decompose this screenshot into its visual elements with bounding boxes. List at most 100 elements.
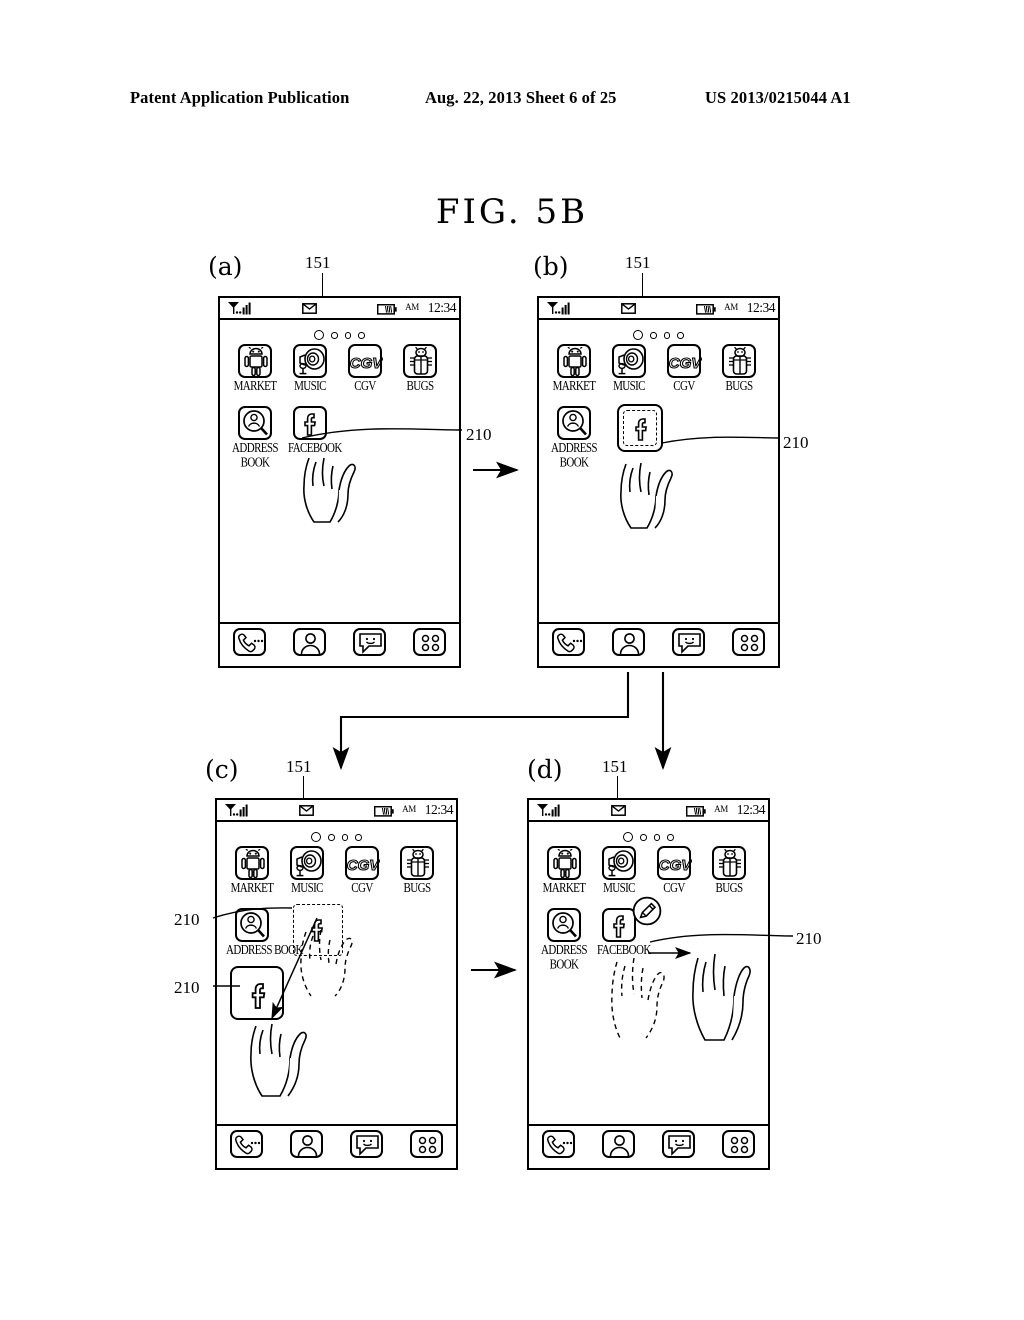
chat-smiley-icon[interactable]	[671, 628, 705, 656]
battery-icon	[686, 806, 706, 817]
page-dot-3[interactable]	[653, 834, 661, 841]
panel-c-page-indicator[interactable]	[217, 828, 456, 843]
panel-b-letter: (b)	[533, 252, 569, 281]
page-dot-1[interactable]	[314, 330, 325, 341]
apps-grid-icon[interactable]	[731, 628, 765, 656]
bug-insect-icon[interactable]	[400, 846, 434, 880]
panel-c-app-music[interactable]: MUSIC	[285, 846, 329, 894]
page-dot-4[interactable]	[355, 834, 362, 841]
panel-d-app-cgv[interactable]: CGV CGV	[652, 846, 696, 894]
page-dot-3[interactable]	[663, 332, 671, 339]
panel-d-app-bugs[interactable]: BUGS	[707, 846, 751, 895]
page-dot-3[interactable]	[344, 332, 352, 339]
person-magnifier-icon[interactable]	[238, 406, 272, 440]
speaker-horn-icon[interactable]	[612, 344, 646, 378]
panel-b-app-addressbook[interactable]: ADDRESS BOOK	[551, 406, 598, 469]
chat-smiley-icon[interactable]	[661, 1130, 695, 1158]
apps-grid-icon[interactable]	[721, 1130, 755, 1158]
speaker-horn-icon[interactable]	[290, 846, 324, 880]
bug-insect-icon[interactable]	[712, 846, 746, 880]
signal-bars-icon	[547, 302, 570, 315]
page-dot-4[interactable]	[667, 834, 674, 841]
person-magnifier-icon[interactable]	[547, 908, 581, 942]
panel-b-app-bugs[interactable]: BUGS	[717, 344, 761, 392]
panel-b-facebook-selection-container[interactable]	[617, 404, 663, 452]
android-robot-icon[interactable]	[557, 344, 591, 378]
speaker-horn-icon[interactable]	[293, 344, 327, 378]
signal-bars-icon	[225, 804, 248, 817]
person-silhouette-icon[interactable]	[602, 1130, 636, 1158]
panel-c-app-bugs[interactable]: BUGS	[395, 846, 439, 894]
person-silhouette-icon[interactable]	[612, 628, 646, 656]
panel-c-app-addressbook[interactable]: ADDRESS BOOK	[226, 908, 303, 956]
panel-b-app-music[interactable]: MUSIC	[607, 344, 651, 392]
page-dot-4[interactable]	[358, 332, 365, 339]
panel-c-app-addressbook-label: ADDRESS BOOK	[226, 942, 303, 957]
panel-d-page-indicator[interactable]	[529, 828, 768, 843]
panel-d-app-bugs-label: BUGS	[715, 880, 744, 895]
speaker-horn-icon[interactable]	[602, 846, 636, 880]
panel-a-page-indicator[interactable]	[220, 326, 459, 341]
panel-c-app-market[interactable]: MARKET	[230, 846, 274, 894]
page-dot-1[interactable]	[633, 330, 644, 341]
panel-a-app-facebook[interactable]: FACEBOOK	[288, 406, 342, 454]
panel-a-app-cgv[interactable]: CGV CGV	[343, 344, 387, 393]
page-dot-1[interactable]	[623, 832, 634, 843]
phone-handset-icon[interactable]	[542, 1130, 576, 1158]
panel-a-app-addressbook[interactable]: ADDRESS BOOK	[232, 406, 279, 469]
cgv-logo-icon[interactable]: CGV	[667, 344, 702, 378]
android-robot-icon[interactable]	[547, 846, 581, 880]
arrow-b-to-c	[332, 672, 630, 771]
page-dot-4[interactable]	[677, 332, 684, 339]
panel-c-leader-151	[303, 776, 304, 798]
panel-d-app-music[interactable]: MUSIC	[597, 846, 641, 894]
panel-b-app-market[interactable]: MARKET	[552, 344, 596, 393]
phone-handset-icon[interactable]	[233, 628, 267, 656]
panel-d-app-addressbook[interactable]: ADDRESS BOOK	[541, 908, 588, 971]
panel-d-dock	[529, 1124, 768, 1168]
facebook-f-icon[interactable]	[293, 406, 327, 440]
panel-c-app-cgv[interactable]: CGV CGV	[340, 846, 384, 894]
panel-a-app-market[interactable]: MARKET	[233, 344, 277, 392]
panel-c-phone: AM 12:34 MARKET MUSIC CGV CGV BUGS ADDRE…	[215, 798, 458, 1170]
page-dot-2[interactable]	[331, 332, 338, 339]
panel-a-app-bugs[interactable]: BUGS	[398, 344, 442, 392]
chat-smiley-icon[interactable]	[352, 628, 386, 656]
svg-text:CGV: CGV	[347, 857, 380, 874]
cgv-logo-icon[interactable]: CGV	[657, 846, 692, 880]
battery-icon	[696, 304, 716, 315]
phone-handset-icon[interactable]	[230, 1130, 264, 1158]
facebook-f-icon[interactable]	[242, 978, 276, 1012]
apps-grid-icon[interactable]	[412, 628, 446, 656]
phone-handset-icon[interactable]	[552, 628, 586, 656]
panel-b-page-indicator[interactable]	[539, 326, 778, 341]
panel-a-app-cgv-label: CGV	[354, 378, 376, 393]
cgv-logo-icon[interactable]: CGV	[345, 846, 380, 880]
person-magnifier-icon[interactable]	[235, 908, 269, 942]
chat-smiley-icon[interactable]	[349, 1130, 383, 1158]
android-robot-icon[interactable]	[235, 846, 269, 880]
panel-b-app-market-label: MARKET	[552, 378, 596, 393]
bug-insect-icon[interactable]	[403, 344, 437, 378]
cgv-logo-icon[interactable]: CGV	[348, 344, 383, 378]
person-silhouette-icon[interactable]	[293, 628, 327, 656]
android-robot-icon[interactable]	[238, 344, 272, 378]
panel-a-app-music[interactable]: MUSIC	[288, 344, 332, 392]
page-dot-2[interactable]	[650, 332, 657, 339]
person-silhouette-icon[interactable]	[290, 1130, 324, 1158]
panel-c-facebook-dragged-icon[interactable]	[230, 966, 284, 1020]
panel-d-app-market[interactable]: MARKET	[542, 846, 586, 894]
page-dot-3[interactable]	[341, 834, 349, 841]
page-dot-1[interactable]	[311, 832, 322, 843]
bug-insect-icon[interactable]	[722, 344, 756, 378]
page-dot-2[interactable]	[328, 834, 335, 841]
panel-b-status-bar: AM 12:34	[539, 298, 778, 320]
page-dot-2[interactable]	[640, 834, 647, 841]
panel-b-app-cgv[interactable]: CGV CGV	[662, 344, 706, 392]
pencil-edit-badge-icon[interactable]	[632, 896, 662, 926]
apps-grid-icon[interactable]	[409, 1130, 443, 1158]
facebook-f-icon[interactable]	[602, 908, 636, 942]
panel-b-app-addressbook-label: ADDRESS BOOK	[551, 440, 598, 469]
facebook-f-icon[interactable]	[627, 414, 657, 444]
person-magnifier-icon[interactable]	[557, 406, 591, 440]
